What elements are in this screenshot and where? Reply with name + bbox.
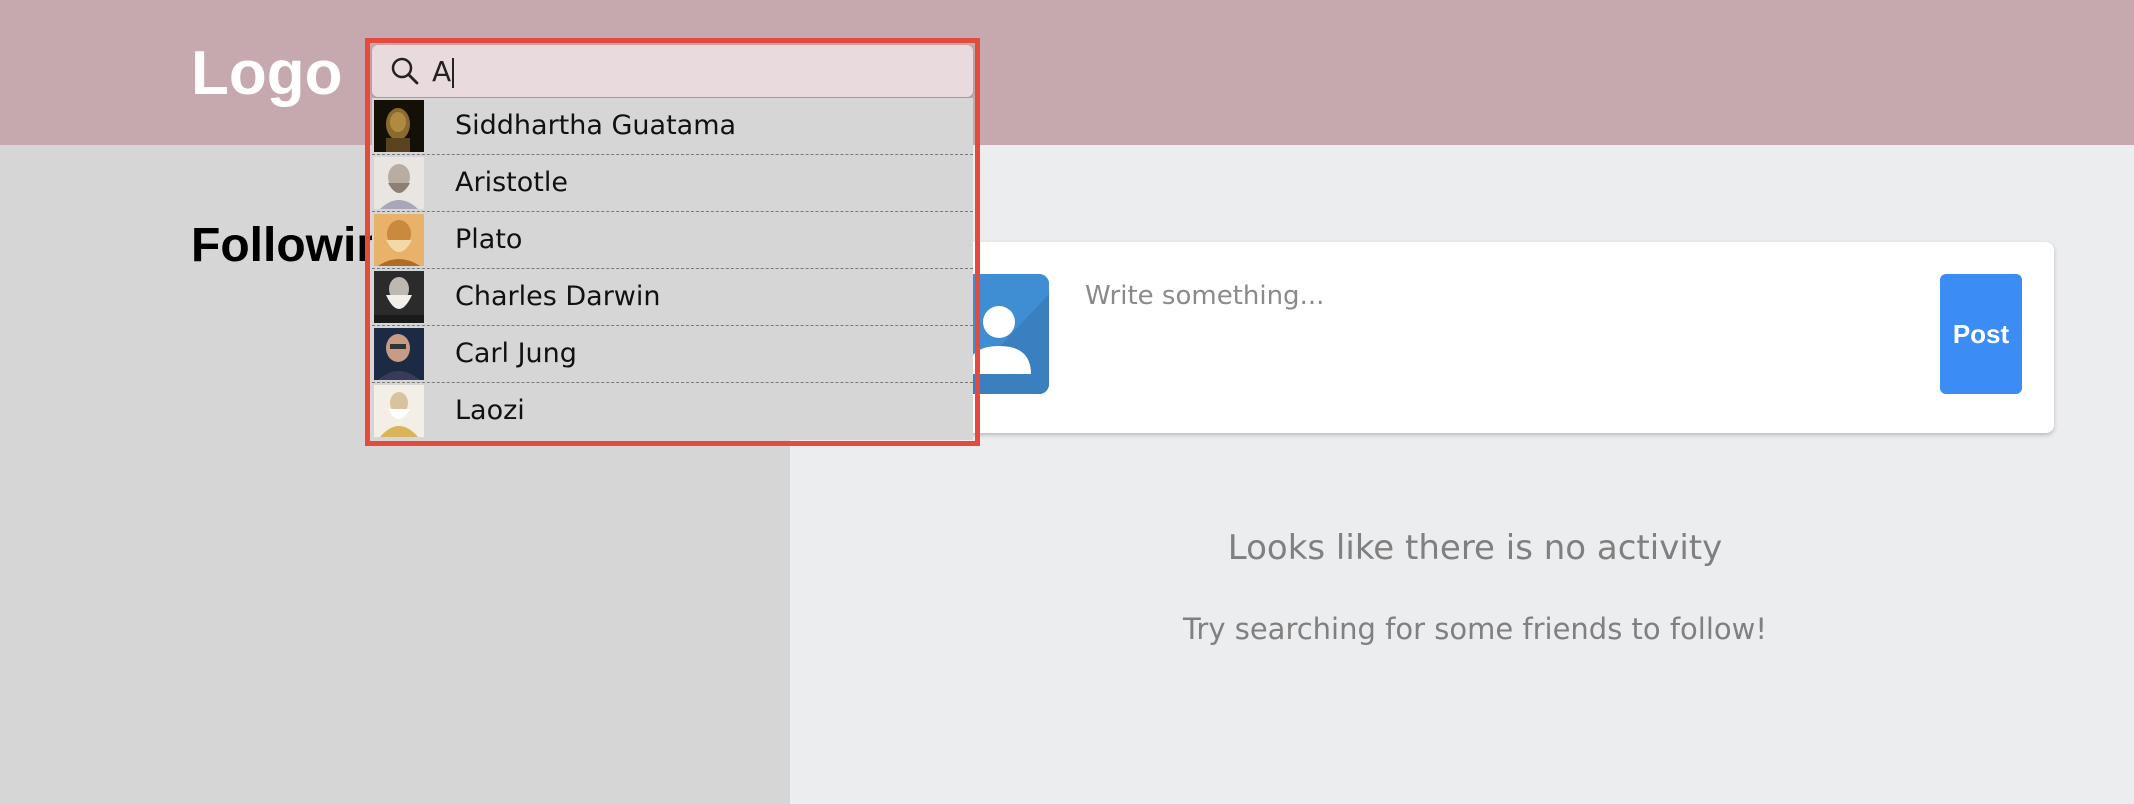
top-header: Logo [0,0,2134,145]
plato-portrait [374,214,424,266]
logo[interactable]: Logo [191,38,343,110]
search-result-item[interactable]: Carl Jung [372,326,973,383]
search-query-text: A [432,55,452,88]
search-result-name: Plato [455,224,523,255]
search-result-name: Charles Darwin [455,281,661,312]
text-caret [452,58,455,88]
search-icon [390,56,420,86]
search-result-item[interactable]: Laozi [372,383,973,440]
empty-feed-title: Looks like there is no activity [1227,528,1723,568]
search-result-item[interactable]: Plato [372,212,973,269]
post-composer [955,242,2054,433]
laozi-portrait [374,385,424,437]
buddha-portrait [374,100,424,152]
post-button[interactable]: Post [1940,274,2022,394]
search-result-item[interactable]: Aristotle [372,155,973,212]
jung-portrait [374,328,424,380]
search-result-name: Siddhartha Guatama [455,110,737,141]
search-result-name: Laozi [455,395,525,426]
search-result-name: Carl Jung [455,338,577,369]
search-result-item[interactable]: Charles Darwin [372,269,973,326]
search-result-item[interactable]: Siddhartha Guatama [372,98,973,155]
aristotle-portrait [374,157,424,209]
darwin-portrait [374,271,424,323]
empty-feed-subtitle: Try searching for some friends to follow… [1182,612,1768,646]
search-input[interactable] [372,45,973,97]
search-query[interactable]: A [432,52,455,92]
post-input[interactable] [1085,276,1905,316]
search-result-name: Aristotle [455,167,568,198]
search-results-dropdown: Siddhartha Guatama Aristotle Plato Charl… [372,98,973,440]
